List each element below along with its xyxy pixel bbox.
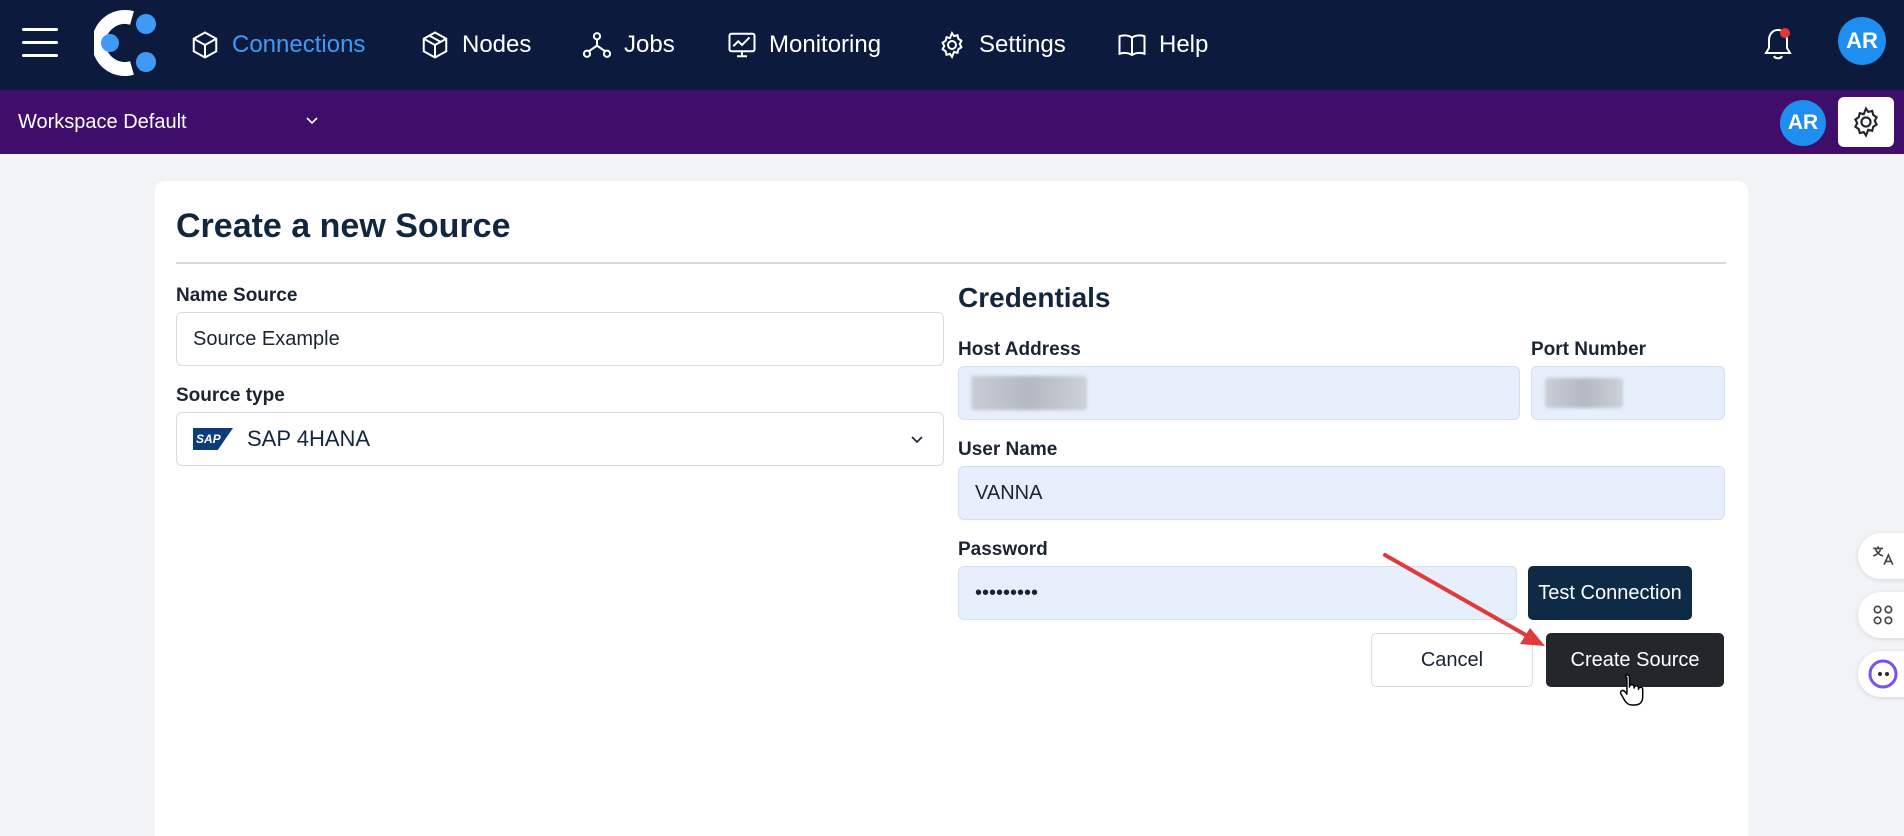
redacted-host-value: [971, 376, 1087, 410]
source-type-select[interactable]: SAP SAP 4HANA: [176, 412, 944, 466]
apps-widget[interactable]: [1858, 592, 1904, 638]
credentials-title: Credentials: [958, 282, 1111, 313]
nav-label: Monitoring: [769, 31, 882, 58]
monitor-chart-icon: [728, 32, 756, 58]
user-name-value: VANNA: [975, 481, 1043, 504]
nav-jobs[interactable]: Jobs: [582, 24, 675, 66]
host-address-input[interactable]: [958, 366, 1520, 420]
app-logo[interactable]: [94, 10, 160, 76]
nav-help[interactable]: Help: [1117, 24, 1208, 66]
top-navbar: Connections Nodes Jobs Monitoring Settin…: [0, 0, 1904, 90]
nav-label: Nodes: [462, 31, 532, 58]
host-address-label: Host Address: [958, 339, 1081, 360]
nav-nodes[interactable]: Nodes: [420, 24, 531, 66]
name-source-value: Source Example: [193, 327, 340, 350]
nav-connections[interactable]: Connections: [190, 24, 365, 66]
workspace-settings-button[interactable]: [1838, 97, 1894, 147]
user-name-label: User Name: [958, 439, 1058, 460]
hamburger-menu-icon[interactable]: [22, 28, 58, 57]
create-source-label: Create Source: [1570, 648, 1700, 671]
hand-cursor-icon: [1619, 674, 1644, 706]
cancel-label: Cancel: [1420, 648, 1484, 671]
port-number-input[interactable]: [1531, 366, 1725, 420]
translate-icon: [1872, 546, 1894, 565]
test-connection-button[interactable]: Test Connection: [1528, 566, 1692, 620]
cube-icon: [192, 31, 218, 59]
book-icon: [1118, 34, 1146, 57]
password-label: Password: [958, 539, 1048, 560]
chevron-down-icon: [306, 117, 318, 125]
nav-label: Help: [1159, 31, 1209, 58]
sap-logo: SAP: [193, 428, 233, 450]
nav-label: Jobs: [624, 31, 675, 58]
boxes-icon: [422, 31, 448, 59]
chevron-down-icon: [911, 436, 923, 444]
create-source-card: Create a new Source Name Source Source E…: [155, 181, 1748, 836]
name-source-label: Name Source: [176, 285, 298, 306]
divider: [176, 262, 1726, 264]
workspace-avatar[interactable]: AR: [1780, 100, 1826, 146]
source-type-value: SAP 4HANA: [247, 426, 371, 451]
cancel-button[interactable]: Cancel: [1371, 633, 1533, 687]
user-name-input[interactable]: VANNA: [958, 466, 1725, 520]
gear-icon: [1854, 106, 1878, 138]
gear-icon: [941, 30, 963, 60]
assistant-widget[interactable]: [1858, 651, 1904, 697]
nav-label: Settings: [979, 31, 1066, 58]
workspace-select[interactable]: Workspace Default: [18, 104, 328, 140]
notification-bell-icon[interactable]: [1760, 24, 1796, 64]
workspace-select-label: Workspace Default: [18, 110, 187, 133]
source-type-label: Source type: [176, 385, 285, 406]
redacted-port-value: [1545, 378, 1623, 408]
port-number-label: Port Number: [1531, 339, 1647, 360]
page-title: Create a new Source: [176, 207, 511, 245]
assistant-face-icon: [1868, 659, 1898, 689]
password-value: •••••••••: [975, 581, 1039, 604]
nav-label: Connections: [232, 31, 366, 58]
test-connection-label: Test Connection: [1538, 581, 1682, 604]
nav-settings[interactable]: Settings: [937, 24, 1066, 66]
workspace-bar: Workspace Default AR: [0, 90, 1904, 154]
password-input[interactable]: •••••••••: [958, 566, 1517, 620]
user-avatar[interactable]: AR: [1838, 17, 1886, 65]
apps-grid-icon: [1873, 605, 1893, 625]
network-icon: [582, 32, 612, 58]
nav-monitoring[interactable]: Monitoring: [727, 24, 881, 66]
translate-widget[interactable]: [1858, 533, 1904, 579]
name-source-input[interactable]: Source Example: [176, 312, 944, 366]
